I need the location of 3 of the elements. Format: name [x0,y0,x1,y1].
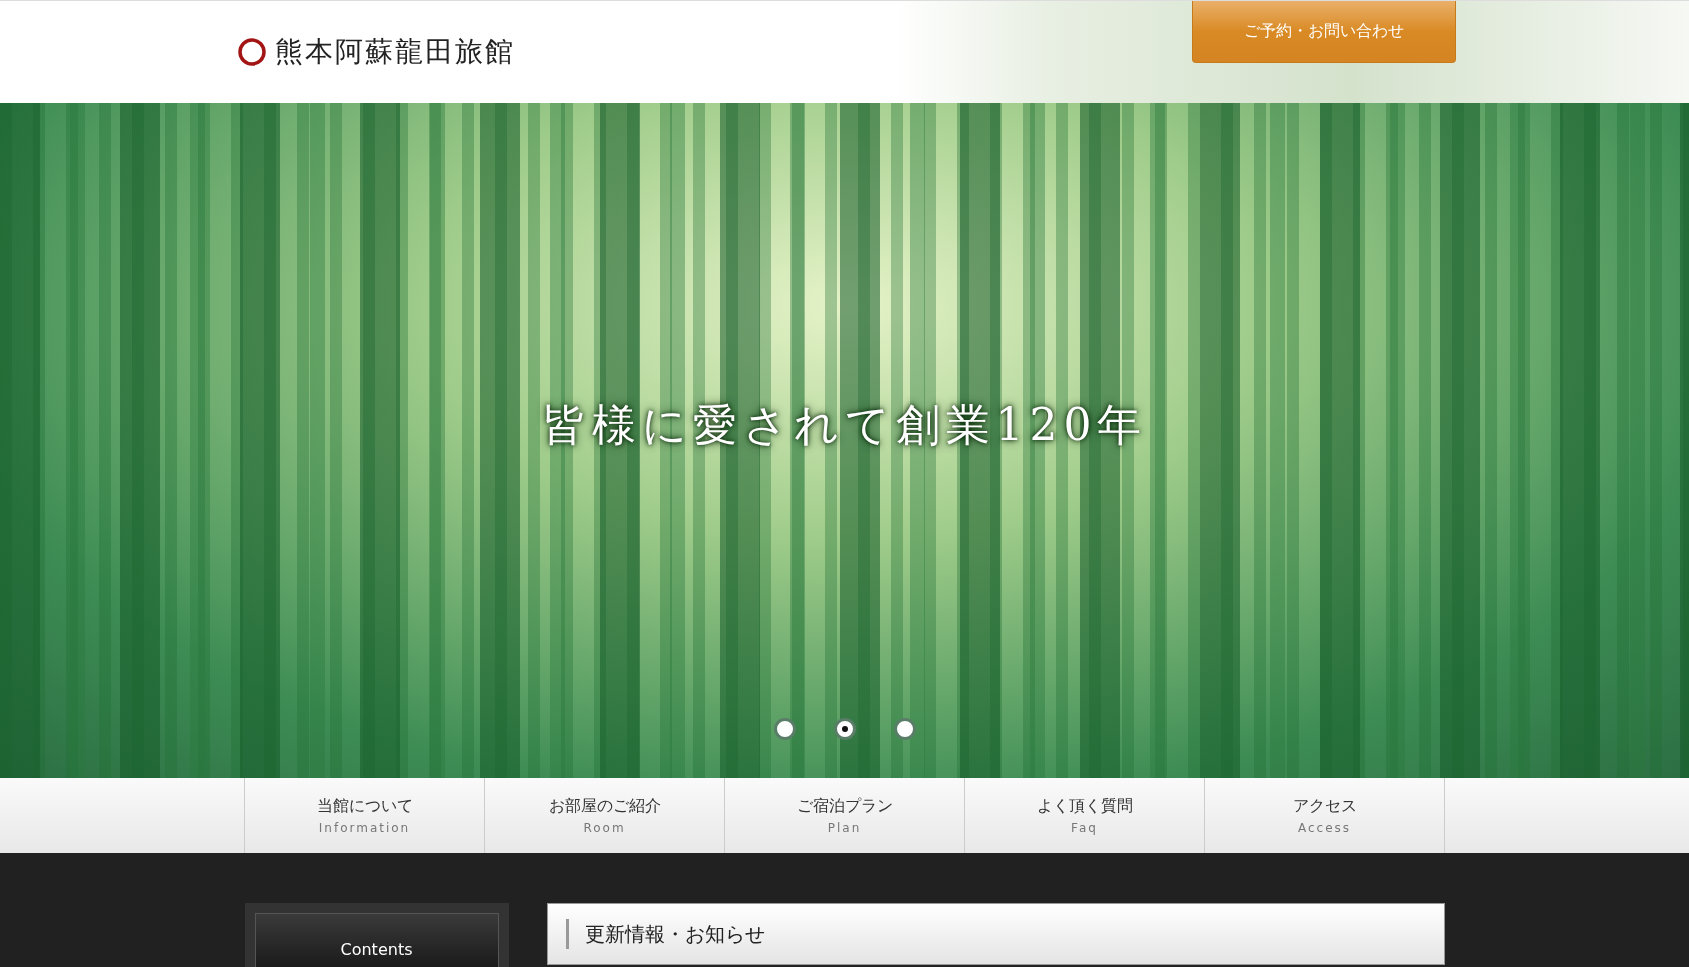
site-logo[interactable]: 熊本阿蘇龍田旅館 [275,33,515,71]
news-title: 更新情報・お知らせ [565,919,765,949]
sidebar-title: Contents [254,913,499,967]
